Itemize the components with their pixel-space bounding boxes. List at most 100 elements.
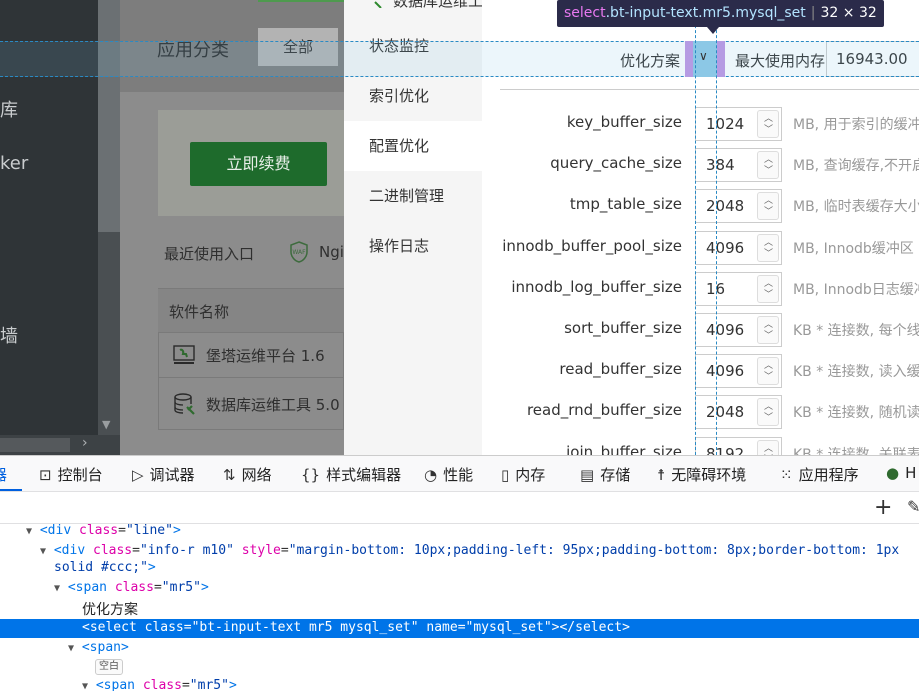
dom-node-info[interactable]: ▼ <div class="info-r m10" style="margin-… xyxy=(40,543,899,558)
guide-line-top xyxy=(0,41,919,42)
param-name: tmp_table_size xyxy=(569,195,682,213)
spin-up-icon[interactable]: ︿ xyxy=(764,155,773,165)
waf-shield-icon[interactable]: WAF xyxy=(289,241,309,263)
spin-down-icon[interactable]: ﹀ xyxy=(764,249,773,259)
attr-value-text: margin-bottom: 10px;padding-left: 95px;p… xyxy=(296,543,900,558)
guide-line-right xyxy=(716,0,717,455)
attr-value-text: info-r m10 xyxy=(147,543,227,558)
spin-down-icon[interactable]: ﹀ xyxy=(764,125,773,135)
param-description: MB, 用于索引的缓冲 xyxy=(793,117,919,133)
sidebar-item-database[interactable]: 库 xyxy=(0,96,18,122)
dom-text-node[interactable]: 优化方案 xyxy=(82,599,138,619)
attr-value: "line" xyxy=(125,523,173,538)
scrollbar-thumb[interactable] xyxy=(98,0,120,232)
horizontal-scrollbar[interactable]: › xyxy=(0,435,120,455)
twisty-open-icon[interactable]: ▼ xyxy=(54,583,60,594)
param-name: key_buffer_size xyxy=(566,113,682,131)
tab-accessibility[interactable]: ☨ 无障碍环境 xyxy=(657,464,746,485)
number-spinner[interactable]: ︿﹀ xyxy=(757,151,779,179)
spin-up-icon[interactable]: ︿ xyxy=(764,402,773,412)
tab-debugger[interactable]: ▷ 调试器 xyxy=(132,464,195,485)
number-spinner[interactable]: ︿﹀ xyxy=(757,110,779,138)
spin-down-icon[interactable]: ﹀ xyxy=(764,166,773,176)
attr-value: "mr5" xyxy=(189,678,229,691)
recent-entry-label: 最近使用入口 xyxy=(164,245,255,263)
scroll-right-icon[interactable]: › xyxy=(82,435,88,451)
tab-style-editor[interactable]: {} 样式编辑器 xyxy=(301,464,401,485)
number-spinner[interactable]: ︿﹀ xyxy=(757,357,779,385)
tab-binlog-manage[interactable]: 二进制管理 xyxy=(344,171,482,221)
tab-label: 器 xyxy=(0,466,7,484)
bt-panel-icon xyxy=(173,345,195,364)
scroll-down-icon[interactable]: ▼ xyxy=(102,418,110,431)
attr-value: "info-r m10" xyxy=(139,543,234,558)
tab-hackbar[interactable]: ● H xyxy=(886,464,916,482)
number-spinner[interactable]: ︿﹀ xyxy=(757,234,779,262)
row-divider xyxy=(158,332,344,333)
database-icon xyxy=(174,393,195,415)
number-spinner[interactable]: ︿﹀ xyxy=(757,275,779,303)
spin-up-icon[interactable]: ︿ xyxy=(764,114,773,124)
twisty-open-icon[interactable]: ▼ xyxy=(26,526,32,537)
attr-name: style xyxy=(241,543,281,558)
tab-inspector[interactable]: 器 xyxy=(0,464,7,485)
spin-up-icon[interactable]: ︿ xyxy=(764,196,773,206)
dom-node-span[interactable]: ▼ <span> xyxy=(68,640,129,655)
tooltip-arrow xyxy=(707,27,719,34)
spin-down-icon[interactable]: ﹀ xyxy=(764,413,773,423)
console-icon: ⊡ xyxy=(39,466,52,484)
number-spinner[interactable]: ︿﹀ xyxy=(757,398,779,426)
spin-up-icon[interactable]: ︿ xyxy=(764,444,773,454)
tab-config-optimize[interactable]: 配置优化 xyxy=(344,121,482,171)
spin-up-icon[interactable]: ︿ xyxy=(764,320,773,330)
param-description: MB, 临时表缓存大小 xyxy=(793,199,919,215)
attr-name: class xyxy=(114,580,154,595)
tab-storage[interactable]: ▤ 存储 xyxy=(580,464,630,485)
hscroll-thumb[interactable] xyxy=(0,438,70,452)
twisty-open-icon[interactable]: ▼ xyxy=(40,546,46,557)
spin-up-icon[interactable]: ︿ xyxy=(764,279,773,289)
add-node-icon[interactable]: + xyxy=(874,495,892,520)
twisty-open-icon[interactable]: ▼ xyxy=(82,681,88,691)
param-row: sort_buffer_size ︿﹀ KB * 连接数, 每个线程 xyxy=(482,313,919,347)
chevron-down-icon: ∨ xyxy=(699,49,708,63)
tab-label: 无障碍环境 xyxy=(671,466,747,484)
sidebar-item-docker[interactable]: ker xyxy=(0,153,28,174)
spin-down-icon[interactable]: ﹀ xyxy=(764,372,773,382)
whitespace-badge[interactable]: 空白 xyxy=(95,659,123,675)
dom-node-selected[interactable]: <select class="bt-input-text mr5 mysql_s… xyxy=(0,619,919,638)
spin-down-icon[interactable]: ﹀ xyxy=(764,207,773,217)
tab-application[interactable]: ⁙ 应用程序 xyxy=(780,464,859,485)
svg-text:WAF: WAF xyxy=(292,249,306,256)
tab-network[interactable]: ⇅ 网络 xyxy=(223,464,272,485)
divider xyxy=(500,89,919,90)
tab-console[interactable]: ⊡ 控制台 xyxy=(39,464,103,485)
spin-down-icon[interactable]: ﹀ xyxy=(764,290,773,300)
dom-node-span-mr5[interactable]: ▼ <span class="mr5"> xyxy=(54,580,209,595)
tooltip-classes: .bt-input-text.mr5.mysql_set xyxy=(605,5,806,21)
spin-up-icon[interactable]: ︿ xyxy=(764,361,773,371)
number-spinner[interactable]: ︿﹀ xyxy=(757,316,779,344)
tab-label: H xyxy=(905,464,917,482)
number-spinner[interactable]: ︿﹀ xyxy=(757,192,779,220)
tab-operation-log[interactable]: 操作日志 xyxy=(344,221,482,271)
inspector-tooltip: select.bt-input-text.mr5.mysql_set | 32 × … xyxy=(557,0,884,27)
spin-up-icon[interactable]: ︿ xyxy=(764,238,773,248)
spin-down-icon[interactable]: ﹀ xyxy=(764,331,773,341)
eyedropper-icon[interactable]: ✎ xyxy=(907,497,919,516)
tab-label: 控制台 xyxy=(57,466,103,484)
renew-button[interactable]: 立即续费 xyxy=(190,142,327,186)
tab-memory[interactable]: ▯ 内存 xyxy=(501,464,545,485)
tab-performance[interactable]: ◔ 性能 xyxy=(424,464,473,485)
software-name: 数据库运维工具 5.0 xyxy=(206,396,340,414)
guide-line-bottom xyxy=(0,76,919,77)
tab-index-optimize[interactable]: 索引优化 xyxy=(344,71,482,121)
dom-node-info-cont: solid #ccc;"> xyxy=(54,560,156,575)
dom-node-line[interactable]: ▼ <div class="line"> xyxy=(26,523,181,538)
twisty-open-icon[interactable]: ▼ xyxy=(68,643,74,654)
attr-value-text: mr5 xyxy=(169,580,194,595)
dom-node-span-mr5-2[interactable]: ▼ <span class="mr5"> xyxy=(82,678,237,691)
sidebar-item-firewall[interactable]: 墙 xyxy=(0,322,18,348)
attr-name: class xyxy=(142,678,182,691)
recent-item-nginx[interactable]: Ngi xyxy=(319,243,344,261)
